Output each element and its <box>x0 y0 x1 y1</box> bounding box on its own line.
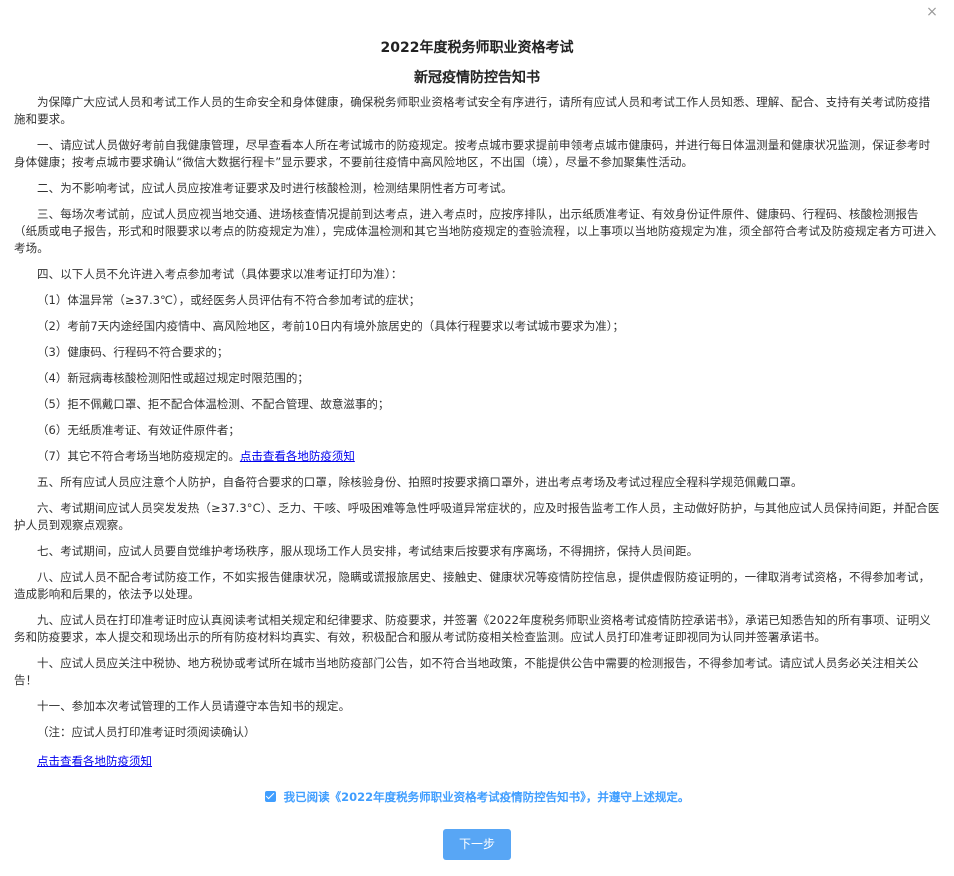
list-item: （4）新冠病毒核酸检测阳性或超过规定时限范围的； <box>37 371 309 385</box>
rule-8: 八、应试人员不配合考试防疫工作，不如实报告健康状况，隐瞒或谎报旅居史、接触史、健… <box>14 570 931 601</box>
list-item: （5）拒不佩戴口罩、拒不配合体温检测、不配合管理、故意滋事的； <box>37 397 390 411</box>
list-item: （1）体温异常（≥37.3℃），或经医务人员评估有不符合参加考试的症状； <box>37 293 421 307</box>
rule-4: 四、以下人员不允许进入考点参加考试（具体要求以准考证打印为准）： <box>37 267 403 281</box>
rule-11: 十一、参加本次考试管理的工作人员请遵守本告知书的规定。 <box>37 699 351 713</box>
list-item-7: （7）其它不符合考场当地防疫规定的。点击查看各地防疫须知 <box>14 448 940 465</box>
page-title: 2022年度税务师职业资格考试 <box>380 40 574 56</box>
rule-6: 六、考试期间应试人员突发发热（≥37.3°C）、乏力、干咳、呼吸困难等急性呼吸道… <box>14 501 940 532</box>
list-item-7-text: （7）其它不符合考场当地防疫规定的。 <box>37 449 240 463</box>
notice-dialog: × 2022年度税务师职业资格考试 新冠疫情防控告知书 为保障广大应试人员和考试… <box>0 0 954 876</box>
list-item: （2）考前7天内途经国内疫情中、高风险地区，考前10日内有境外旅居史的（具体行程… <box>37 319 625 333</box>
list-item: （6）无纸质准考证、有效证件原件者； <box>37 423 240 437</box>
epidemic-notice-link-inline[interactable]: 点击查看各地防疫须知 <box>240 449 355 463</box>
rule-9: 九、应试人员在打印准考证时应认真阅读考试相关规定和纪律要求、防疫要求，并签署《2… <box>14 613 931 644</box>
rule-7: 七、考试期间，应试人员要自觉维护考场秩序，服从现场工作人员安排，考试结束后按要求… <box>37 544 699 558</box>
intro-paragraph: 为保障广大应试人员和考试工作人员的生命安全和身体健康，确保税务师职业资格考试安全… <box>14 95 931 126</box>
epidemic-notice-link[interactable]: 点击查看各地防疫须知 <box>37 753 152 770</box>
close-icon[interactable]: × <box>924 4 940 20</box>
rule-2: 二、为不影响考试，应试人员应按准考证要求及时进行核酸检测，检测结果阴性者方可考试… <box>37 181 513 195</box>
page-subtitle: 新冠疫情防控告知书 <box>414 70 540 86</box>
notice-content: 2022年度税务师职业资格考试 新冠疫情防控告知书 为保障广大应试人员和考试工作… <box>14 38 940 770</box>
rule-3: 三、每场次考试前，应试人员应视当地交通、进场核查情况提前到达考点，进入考点时，应… <box>14 207 937 255</box>
rule-1: 一、请应试人员做好考前自我健康管理，尽早查看本人所在考试城市的防疫规定。按考点城… <box>14 138 931 169</box>
next-button[interactable]: 下一步 <box>443 829 511 860</box>
agreement-label[interactable]: 我已阅读《2022年度税务师职业资格考试疫情防控告知书》，并遵守上述规定。 <box>284 790 690 804</box>
agreement-checkbox[interactable] <box>264 791 276 802</box>
note-text: （注：应试人员打印准考证时须阅读确认） <box>37 725 256 739</box>
list-item: （3）健康码、行程码不符合要求的； <box>37 345 229 359</box>
agreement-row[interactable]: 我已阅读《2022年度税务师职业资格考试疫情防控告知书》，并遵守上述规定。 <box>0 789 954 805</box>
rule-10: 十、应试人员应关注中税协、地方税协或考试所在城市当地防疫部门公告，如不符合当地政… <box>14 656 919 687</box>
rule-5: 五、所有应试人员应注意个人防护，自备符合要求的口罩，除核验身份、拍照时按要求摘口… <box>37 475 803 489</box>
